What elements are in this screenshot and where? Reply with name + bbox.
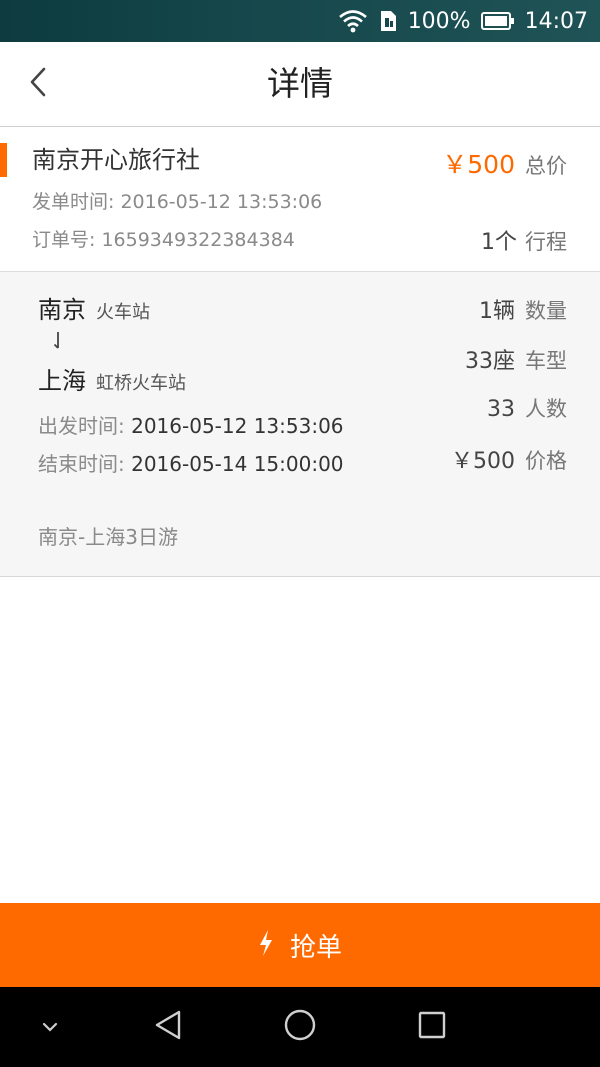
- arrow-down-icon: [52, 330, 64, 356]
- nav-home-button[interactable]: [270, 987, 330, 1067]
- spec-quantity-value: 1辆: [479, 299, 515, 324]
- nav-back-button[interactable]: [140, 987, 196, 1067]
- spec-passengers: 33 人数: [487, 393, 567, 423]
- page-title: 详情: [267, 64, 333, 103]
- spec-vehicle-type: 33座 车型: [465, 343, 567, 375]
- depart-time-label: 出发时间:: [38, 414, 125, 438]
- header: 详情: [0, 42, 600, 127]
- issue-time-value: 2016-05-12 13:53:06: [120, 191, 323, 213]
- spec-price: ￥500 价格: [451, 443, 567, 475]
- order-number-value: 1659349322384384: [101, 229, 295, 251]
- nav-hide-button[interactable]: [28, 987, 72, 1067]
- triangle-back-icon: [153, 1009, 183, 1045]
- destination-row: 上海 虹桥火车站: [38, 361, 186, 396]
- grab-order-button[interactable]: 抢单: [0, 903, 600, 987]
- chevron-down-icon: [41, 1018, 59, 1037]
- issue-time-label: 发单时间:: [32, 191, 115, 213]
- total-price: ￥500: [442, 150, 515, 179]
- spec-passengers-label: 人数: [525, 397, 567, 421]
- spec-quantity: 1辆 数量: [479, 293, 567, 325]
- order-summary: 南京开心旅行社 ￥500 总价 发单时间: 2016-05-12 13:53:0…: [0, 127, 600, 271]
- end-time-label: 结束时间:: [38, 452, 125, 476]
- spec-price-value: ￥500: [451, 449, 515, 474]
- grab-order-label: 抢单: [289, 932, 342, 963]
- trip-description: 南京-上海3日游: [0, 495, 600, 577]
- end-time-value: 2016-05-14 15:00:00: [131, 452, 344, 476]
- battery-percent: 100%: [407, 8, 471, 34]
- total-price-label: 总价: [525, 154, 567, 178]
- status-indicators: 100% 14:07: [338, 0, 588, 42]
- destination-station: 虹桥火车站: [96, 373, 186, 394]
- origin-station: 火车站: [96, 302, 150, 323]
- end-time-line: 结束时间: 2016-05-14 15:00:00: [38, 449, 344, 479]
- origin-row: 南京 火车站: [38, 290, 150, 325]
- origin-city: 南京: [38, 296, 86, 324]
- accent-bar: [0, 143, 7, 177]
- circle-home-icon: [283, 1008, 317, 1046]
- nav-recents-button[interactable]: [404, 987, 460, 1067]
- spec-vehicle-type-label: 车型: [525, 349, 567, 373]
- spec-quantity-label: 数量: [525, 299, 567, 323]
- depart-time-line: 出发时间: 2016-05-12 13:53:06: [38, 411, 344, 441]
- sim-card-icon: [378, 9, 398, 33]
- spec-passengers-value: 33: [487, 397, 515, 422]
- system-nav-bar: [0, 987, 600, 1067]
- trip-description-text: 南京-上海3日游: [38, 525, 178, 549]
- route-card[interactable]: 南京 火车站 上海 虹桥火车站 出发时间: 2016-05-12 13:53:0…: [0, 271, 600, 496]
- destination-city: 上海: [38, 367, 86, 395]
- issue-time-line: 发单时间: 2016-05-12 13:53:06: [32, 187, 322, 217]
- trip-count-group: 1个 行程: [481, 224, 567, 256]
- clock: 14:07: [524, 8, 588, 34]
- depart-time-value: 2016-05-12 13:53:06: [131, 414, 344, 438]
- order-number-line: 订单号: 1659349322384384: [32, 225, 295, 255]
- total-price-group: ￥500 总价: [442, 145, 567, 181]
- order-number-label: 订单号:: [32, 229, 96, 251]
- lightning-icon: [258, 929, 274, 961]
- trip-count: 1个: [481, 230, 517, 255]
- wifi-icon: [338, 9, 368, 33]
- spec-price-label: 价格: [525, 449, 567, 473]
- square-recents-icon: [417, 1010, 447, 1044]
- agency-name: 南京开心旅行社: [32, 146, 200, 174]
- battery-icon: [480, 11, 515, 31]
- spec-vehicle-type-value: 33座: [465, 349, 515, 374]
- trip-count-label: 行程: [525, 230, 567, 254]
- status-bar: 100% 14:07: [0, 0, 600, 42]
